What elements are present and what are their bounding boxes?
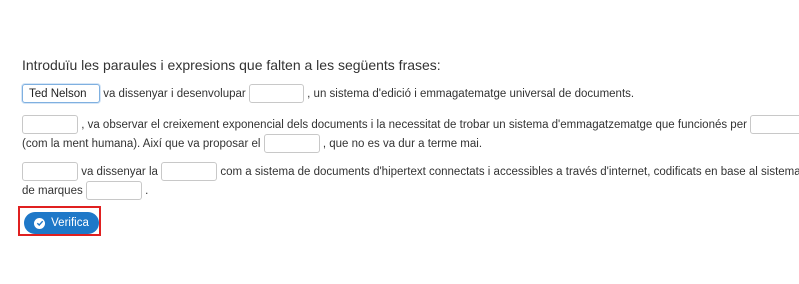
sentence-1: va dissenyar i desenvolupar , un sistema… [22, 82, 634, 106]
gap-input-2-2[interactable] [750, 115, 799, 135]
check-circle-icon [34, 217, 46, 229]
sentence-2-text-3: , que no es va dur a terme mai. [322, 138, 483, 150]
sentence-3-text-3: de marques [22, 185, 83, 197]
verify-button-label: Verifica [51, 217, 89, 229]
gap-input-2-3[interactable] [263, 134, 320, 154]
sentence-2-line-2: (com la ment humana). Així que va propos… [22, 132, 482, 156]
sentence-2-text-1: , va observar el creixement exponencial … [81, 119, 747, 131]
gap-input-3-2[interactable] [161, 162, 218, 182]
instructions-text: Introduïu les paraules i expresions que … [22, 57, 441, 73]
gap-input-1-1[interactable] [22, 84, 100, 104]
sentence-3-text-4: . [145, 185, 149, 197]
sentence-3-line-2: de marques . [22, 179, 148, 203]
sentence-3-text-1: va dissenyar la [81, 166, 158, 178]
sentence-2-text-2: (com la ment humana). Així que va propos… [22, 138, 261, 150]
gap-input-3-3[interactable] [85, 181, 142, 201]
sentence-3-text-2: com a sistema de documents d'hipertext c… [220, 166, 799, 178]
sentence-1-text-2: , un sistema d'edició i emmagatematge un… [307, 88, 635, 100]
sentence-1-text-1: va dissenyar i desenvolupar [103, 88, 246, 100]
gap-input-1-2[interactable] [248, 84, 304, 104]
verify-button[interactable]: Verifica [24, 212, 99, 234]
